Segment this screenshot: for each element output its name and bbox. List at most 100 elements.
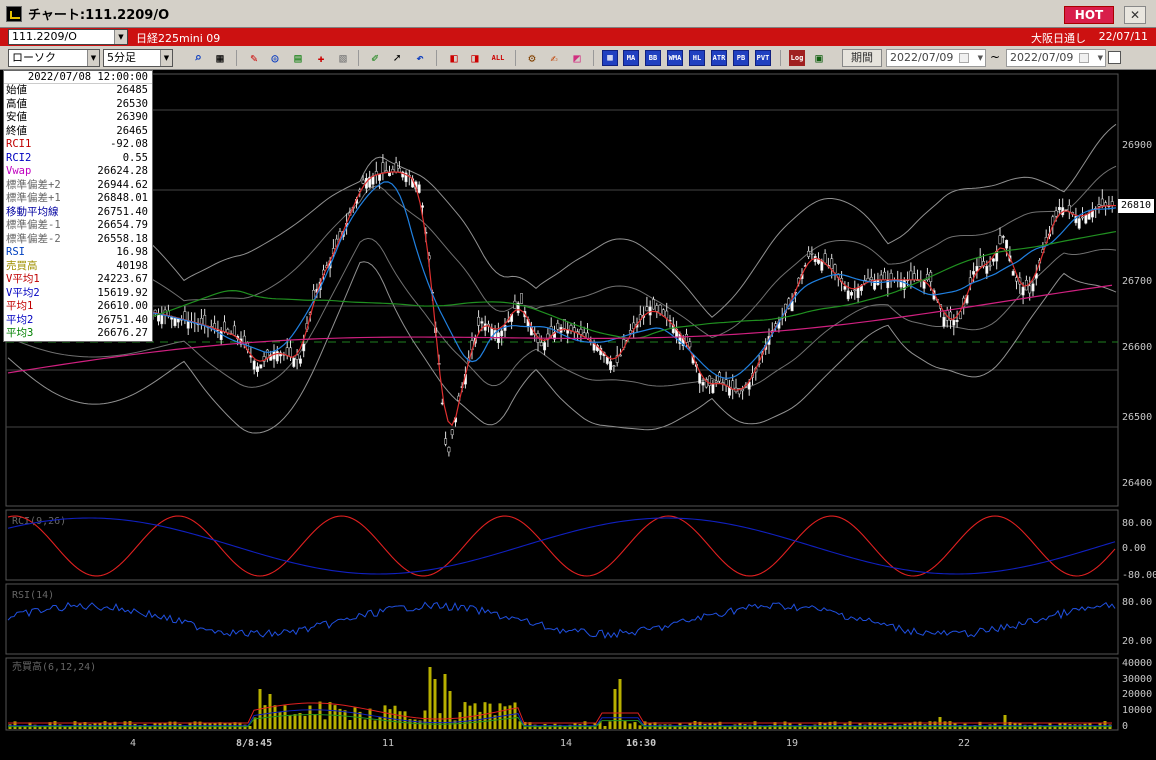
time-axis-label: 11 (382, 738, 394, 749)
chevron-down-icon[interactable]: ▼ (1098, 50, 1103, 66)
candle-body (998, 235, 1002, 245)
data-window-label: RCI2 (6, 151, 32, 164)
export-icon[interactable]: ▣ (811, 50, 827, 66)
show-all-button[interactable]: ALL (489, 50, 507, 66)
data-window-label: 標準偏差+1 (6, 192, 61, 204)
data-window-row: RSI 16.98 (4, 246, 152, 260)
data-window-label: V平均2 (6, 286, 40, 299)
period-button[interactable]: 期間 (842, 49, 882, 67)
volume-bar (693, 721, 697, 729)
candle-body (285, 347, 289, 356)
volume-level-label: 20000 (1122, 689, 1152, 700)
candle-body (252, 360, 256, 370)
candle-body (952, 319, 956, 326)
wma-button[interactable]: WMA (667, 50, 683, 66)
data-window-row: 高値 26530 (4, 98, 152, 112)
rci-lines (7, 515, 1116, 577)
calendar-icon[interactable] (959, 53, 969, 63)
text-icon[interactable]: ✚ (313, 50, 329, 66)
header-date: 22/07/11 (1098, 30, 1148, 43)
volume-bar (428, 667, 432, 729)
close-button[interactable]: ✕ (1124, 6, 1146, 24)
data-window-row: 売買高 40198 (4, 260, 152, 274)
candle-body (483, 323, 487, 331)
period-checkbox[interactable] (1108, 51, 1121, 64)
log-button[interactable]: Log (789, 50, 805, 66)
date-from-field[interactable]: 2022/07/09 ▼ (886, 49, 986, 67)
candle-body (688, 341, 692, 348)
candle-body (652, 299, 655, 310)
data-window-label: 高値 (6, 97, 27, 110)
current-price-tag: 26810 (1118, 199, 1154, 213)
bb-button[interactable]: BB (645, 50, 661, 66)
timeframe-select[interactable]: 5分足 ▼ (103, 49, 173, 67)
data-window-value: 24223.67 (97, 273, 148, 285)
candle-body (714, 380, 718, 383)
price-chart-canvas[interactable]: 26900 26800 26700 26600 26500 26400 RCI(… (0, 70, 1156, 760)
candle-body (1054, 210, 1058, 217)
color-icon[interactable]: ◩ (569, 50, 585, 66)
data-window-row: 標準偏差+2 26944.62 (4, 179, 152, 193)
chevron-down-icon[interactable]: ▼ (160, 50, 172, 66)
chevron-down-icon[interactable]: ▼ (114, 30, 127, 44)
candle-body (843, 286, 847, 290)
volume-bar (438, 713, 442, 729)
zoom-icon[interactable]: ⌕ (190, 50, 206, 66)
data-window-label: 移動平均線 (6, 205, 59, 218)
candle-body (1081, 216, 1084, 219)
rci-level-label: 80.00 (1122, 518, 1152, 529)
candle-body (866, 277, 870, 282)
candle-body (1084, 214, 1088, 224)
chevron-down-icon[interactable]: ▼ (978, 50, 983, 66)
time-axis-label: 19 (786, 738, 798, 749)
candle-body (361, 179, 365, 184)
rsi-level-label: 80.00 (1122, 597, 1152, 608)
volume-bar (283, 705, 287, 729)
toolbar-separator (593, 50, 594, 66)
data-window-label: 始値 (6, 84, 27, 96)
scroll-left-icon[interactable]: ◧ (446, 50, 462, 66)
date-to-field[interactable]: 2022/07/09 ▼ (1006, 49, 1106, 67)
candle-body (612, 365, 616, 367)
candle-body (292, 357, 296, 367)
ma-button[interactable]: MA (623, 50, 639, 66)
settings-icon[interactable]: ⚙ (524, 50, 540, 66)
candle-body (1011, 271, 1015, 276)
atr-button[interactable]: ATR (711, 50, 727, 66)
data-window-value: 26848.01 (97, 192, 148, 204)
candle-body (556, 322, 560, 330)
calendar-icon[interactable] (1079, 53, 1089, 63)
data-window: 2022/07/08 12:00:00 始値 26485 高値 26530 安値 2639… (3, 70, 153, 342)
volume-bar (353, 707, 357, 729)
volume-ma1-line (8, 702, 1112, 724)
scroll-right-icon[interactable]: ◨ (467, 50, 483, 66)
pb-button[interactable]: PB (733, 50, 749, 66)
data-window-row: 標準偏差-1 26654.79 (4, 219, 152, 233)
chevron-down-icon[interactable]: ▼ (87, 50, 99, 66)
erase-icon[interactable]: ▧ (335, 50, 351, 66)
symbol-select[interactable]: 111.2209/O ▼ (8, 29, 128, 45)
undo-icon[interactable]: ↶ (412, 50, 428, 66)
grid-icon[interactable]: ▦ (212, 50, 228, 66)
candle-body (259, 364, 263, 369)
volume-bar (608, 721, 612, 729)
draw-icon[interactable]: ✎ (246, 50, 262, 66)
pen-icon[interactable]: ✐ (367, 50, 383, 66)
hot-badge[interactable]: HOT (1064, 6, 1114, 24)
edit-icon[interactable]: ✍ (546, 50, 562, 66)
chart-area[interactable]: 26900 26800 26700 26600 26500 26400 RCI(… (0, 70, 1156, 760)
chart-type-select[interactable]: ローソク ▼ (8, 49, 100, 67)
data-window-value: 26390 (116, 111, 148, 123)
fib-icon[interactable]: ▤ (290, 50, 306, 66)
data-window-row: 標準偏差+1 26848.01 (4, 192, 152, 206)
hl-button[interactable]: HL (689, 50, 705, 66)
cursor-icon[interactable]: ➚ (389, 50, 405, 66)
tech-icon[interactable]: ▦ (602, 50, 618, 66)
data-window-row: 終値 26465 (4, 125, 152, 139)
data-window-label: 標準偏差+2 (6, 178, 61, 191)
candle-body (298, 358, 302, 364)
volume-bar (53, 721, 57, 729)
time-axis-label: 8/8:45 (236, 738, 272, 749)
pvt-button[interactable]: PVT (755, 50, 771, 66)
trend-icon[interactable]: ◎ (267, 50, 283, 66)
